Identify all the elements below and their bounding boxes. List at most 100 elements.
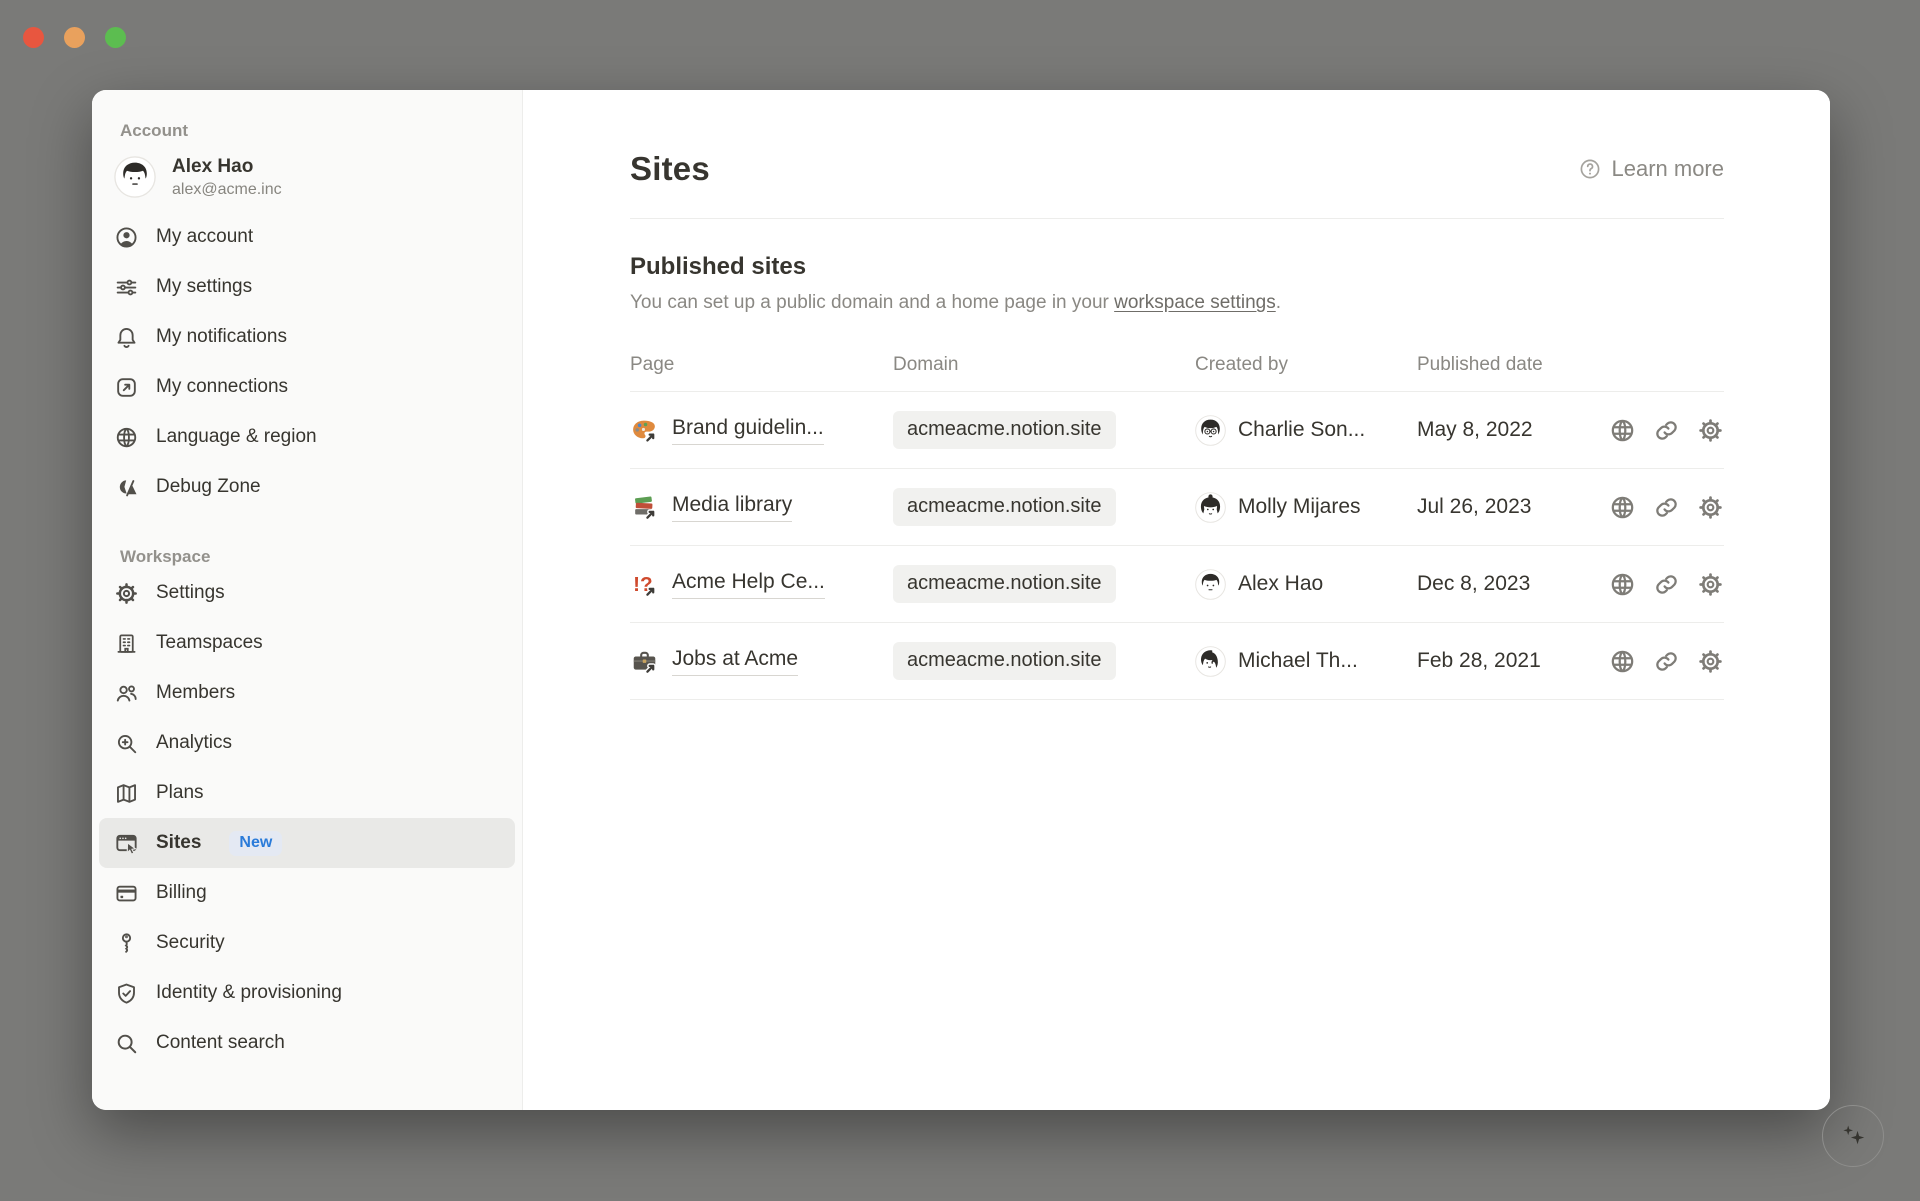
zoom-window-button[interactable]: [105, 27, 126, 48]
copy-link-button[interactable]: [1653, 648, 1680, 675]
page-link[interactable]: Brand guidelin...: [672, 416, 824, 445]
shield-check-icon: [114, 981, 139, 1006]
sidebar-item-settings[interactable]: Settings: [99, 568, 515, 618]
sidebar-item-analytics[interactable]: Analytics: [99, 718, 515, 768]
ai-assistant-button[interactable]: [1822, 1105, 1884, 1167]
sidebar-item-my-account[interactable]: My account: [99, 212, 515, 262]
domain-pill[interactable]: acmeacme.notion.site: [893, 411, 1116, 449]
briefcase-emoji-icon: [630, 647, 659, 676]
sidebar-item-my-connections[interactable]: My connections: [99, 362, 515, 412]
creator-avatar: [1195, 492, 1226, 523]
interrobang-emoji-icon: [630, 570, 659, 599]
table-header-row: Page Domain Created by Published date: [630, 354, 1724, 392]
gear-icon: [114, 581, 139, 606]
header-divider: [630, 218, 1724, 219]
creator-name: Michael Th...: [1238, 649, 1358, 673]
sidebar-item-language-region[interactable]: Language & region: [99, 412, 515, 462]
sparkles-icon: [1836, 1119, 1870, 1153]
domain-pill[interactable]: acmeacme.notion.site: [893, 642, 1116, 680]
column-header-page: Page: [630, 354, 893, 376]
settings-sidebar: Account Alex Hao alex@acme.inc My accoun…: [92, 90, 523, 1110]
page-link[interactable]: Acme Help Ce...: [672, 570, 825, 599]
creator-avatar: [1195, 415, 1226, 446]
sidebar-item-content-search[interactable]: Content search: [99, 1018, 515, 1068]
sites-settings-panel: Sites Learn more Published sites You can…: [523, 90, 1830, 1110]
page-title: Sites: [630, 150, 710, 188]
creator-avatar: [1195, 569, 1226, 600]
view-site-globe-button[interactable]: [1609, 417, 1636, 444]
sidebar-item-my-settings[interactable]: My settings: [99, 262, 515, 312]
map-icon: [114, 781, 139, 806]
site-row: Brand guidelin... acmeacme.notion.site C…: [630, 392, 1724, 469]
copy-link-button[interactable]: [1653, 417, 1680, 444]
site-settings-gear-button[interactable]: [1697, 417, 1724, 444]
building-icon: [114, 631, 139, 656]
workspace-section-label: Workspace: [99, 546, 515, 568]
person-circle-icon: [114, 225, 139, 250]
published-date: May 8, 2022: [1417, 418, 1574, 442]
creator-name: Molly Mijares: [1238, 495, 1361, 519]
user-avatar: [114, 156, 156, 198]
page-link[interactable]: Media library: [672, 493, 792, 522]
view-site-globe-button[interactable]: [1609, 494, 1636, 521]
workspace-settings-link[interactable]: workspace settings: [1114, 292, 1276, 313]
sliders-icon: [114, 275, 139, 300]
site-row: Media library acmeacme.notion.site Molly…: [630, 469, 1724, 546]
minimize-window-button[interactable]: [64, 27, 85, 48]
site-settings-gear-button[interactable]: [1697, 494, 1724, 521]
sidebar-item-security[interactable]: Security: [99, 918, 515, 968]
column-header-published-date: Published date: [1417, 354, 1574, 376]
view-site-globe-button[interactable]: [1609, 571, 1636, 598]
sidebar-item-debug-zone[interactable]: Debug Zone: [99, 462, 515, 512]
domain-pill[interactable]: acmeacme.notion.site: [893, 488, 1116, 526]
view-site-globe-button[interactable]: [1609, 648, 1636, 675]
published-sites-table: Page Domain Created by Published date Br…: [630, 354, 1724, 700]
column-header-domain: Domain: [893, 354, 1195, 376]
site-settings-gear-button[interactable]: [1697, 571, 1724, 598]
key-icon: [114, 931, 139, 956]
settings-dialog: Account Alex Hao alex@acme.inc My accoun…: [92, 90, 1830, 1110]
profile-email: alex@acme.inc: [172, 179, 282, 200]
sidebar-item-sites[interactable]: Sites New: [99, 818, 515, 868]
sidebar-item-identity-provisioning[interactable]: Identity & provisioning: [99, 968, 515, 1018]
creator-name: Charlie Son...: [1238, 418, 1365, 442]
sidebar-item-members[interactable]: Members: [99, 668, 515, 718]
profile-name: Alex Hao: [172, 154, 282, 179]
published-date: Feb 28, 2021: [1417, 649, 1574, 673]
shapes-icon: [114, 475, 139, 500]
sidebar-profile-item[interactable]: Alex Hao alex@acme.inc: [99, 142, 515, 212]
column-header-created-by: Created by: [1195, 354, 1417, 376]
sidebar-item-billing[interactable]: Billing: [99, 868, 515, 918]
magnifier-plus-icon: [114, 731, 139, 756]
sidebar-item-plans[interactable]: Plans: [99, 768, 515, 818]
copy-link-button[interactable]: [1653, 571, 1680, 598]
published-date: Dec 8, 2023: [1417, 572, 1574, 596]
site-row: Jobs at Acme acmeacme.notion.site Michae…: [630, 623, 1724, 700]
credit-card-icon: [114, 881, 139, 906]
published-sites-heading: Published sites: [630, 251, 1724, 283]
magnifier-icon: [114, 1031, 139, 1056]
learn-more-link[interactable]: Learn more: [1578, 156, 1724, 182]
domain-pill[interactable]: acmeacme.notion.site: [893, 565, 1116, 603]
new-badge: New: [229, 831, 282, 856]
sidebar-item-teamspaces[interactable]: Teamspaces: [99, 618, 515, 668]
published-date: Jul 26, 2023: [1417, 495, 1574, 519]
books-emoji-icon: [630, 493, 659, 522]
globe-icon: [114, 425, 139, 450]
help-circle-icon: [1578, 157, 1602, 181]
browser-cursor-icon: [114, 831, 139, 856]
site-settings-gear-button[interactable]: [1697, 648, 1724, 675]
close-window-button[interactable]: [23, 27, 44, 48]
palette-emoji-icon: [630, 416, 659, 445]
creator-avatar: [1195, 646, 1226, 677]
copy-link-button[interactable]: [1653, 494, 1680, 521]
sidebar-item-my-notifications[interactable]: My notifications: [99, 312, 515, 362]
people-icon: [114, 681, 139, 706]
account-section-label: Account: [99, 120, 515, 142]
creator-name: Alex Hao: [1238, 572, 1323, 596]
window-controls: [23, 27, 126, 48]
page-link[interactable]: Jobs at Acme: [672, 647, 798, 676]
published-sites-description: You can set up a public domain and a hom…: [630, 290, 1724, 316]
bell-icon: [114, 325, 139, 350]
site-row: Acme Help Ce... acmeacme.notion.site Ale…: [630, 546, 1724, 623]
